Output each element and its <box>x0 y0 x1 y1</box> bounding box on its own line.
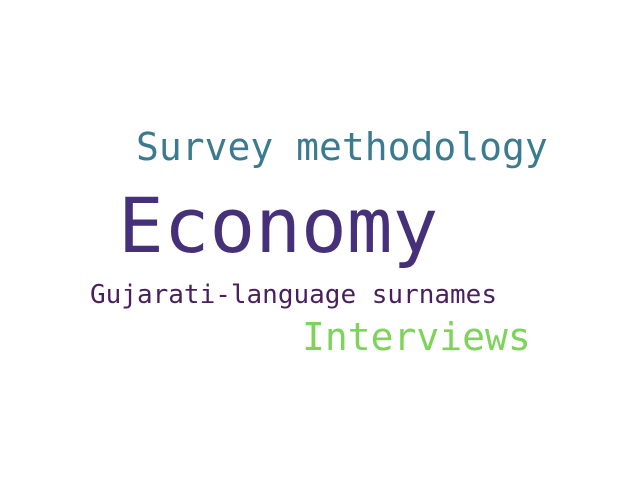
word-interviews: Interviews <box>302 315 531 359</box>
word-survey-methodology: Survey methodology <box>136 125 548 169</box>
word-gujarati-language-surnames: Gujarati-language surnames <box>90 280 497 310</box>
word-economy: Economy <box>118 181 439 270</box>
word-cloud: Survey methodology Economy Gujarati-lang… <box>0 0 640 480</box>
